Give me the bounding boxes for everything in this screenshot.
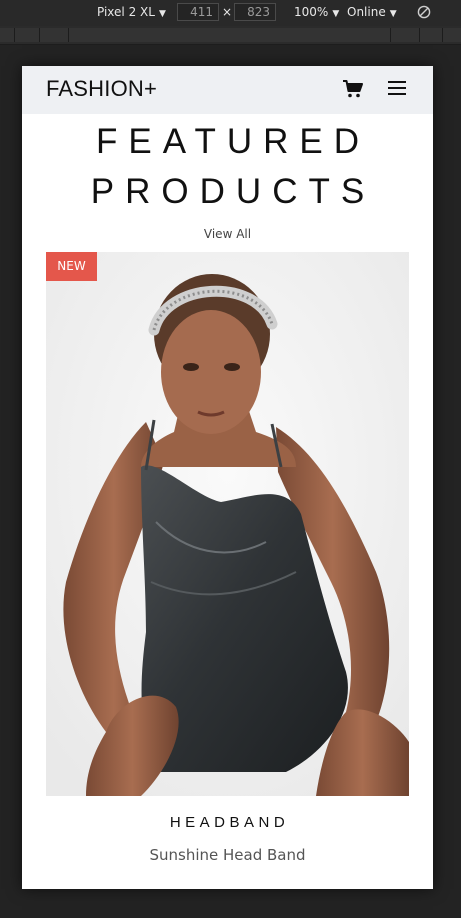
device-dropdown-caret-icon: ▼ (158, 9, 166, 19)
viewport-width-input[interactable]: 411 (177, 3, 219, 21)
product-image[interactable] (46, 252, 409, 796)
zoom-select-label: 100% (294, 5, 329, 19)
device-select-label: Pixel 2 XL (97, 5, 155, 19)
hamburger-menu-icon[interactable] (388, 80, 406, 96)
device-select[interactable]: Pixel 2 XL ▼ (97, 5, 166, 19)
model-photo (46, 252, 409, 796)
new-badge: NEW (46, 252, 97, 281)
zoom-dropdown-caret-icon: ▼ (332, 9, 340, 19)
product-category: HEADBAND (169, 814, 290, 831)
view-all-link[interactable]: View All (22, 227, 433, 241)
devtools-device-toolbar: Pixel 2 XL ▼ 411 × 823 100% ▼ Online ▼ (0, 0, 461, 26)
network-throttle-label: Online (347, 5, 386, 19)
navbar: FASHION+ (22, 66, 433, 114)
zoom-select[interactable]: 100% ▼ (294, 5, 339, 19)
viewport-height-input[interactable]: 823 (234, 3, 276, 21)
section-title-line1: FEATURED (95, 122, 371, 161)
rotate-icon[interactable] (417, 5, 431, 19)
dimension-separator: × (222, 5, 233, 19)
brand-logo[interactable]: FASHION+ (46, 76, 157, 102)
media-query-ruler[interactable] (0, 26, 461, 45)
section-title-line2: PRODUCTS (90, 172, 376, 211)
cart-icon[interactable] (342, 79, 364, 99)
product-name-link[interactable]: Sunshine Head Band (22, 846, 433, 864)
network-throttle-select[interactable]: Online ▼ (347, 5, 397, 19)
network-dropdown-caret-icon: ▼ (389, 9, 397, 19)
device-viewport: FASHION+ FEATURED PRODUCTS View All NEW … (22, 66, 433, 889)
